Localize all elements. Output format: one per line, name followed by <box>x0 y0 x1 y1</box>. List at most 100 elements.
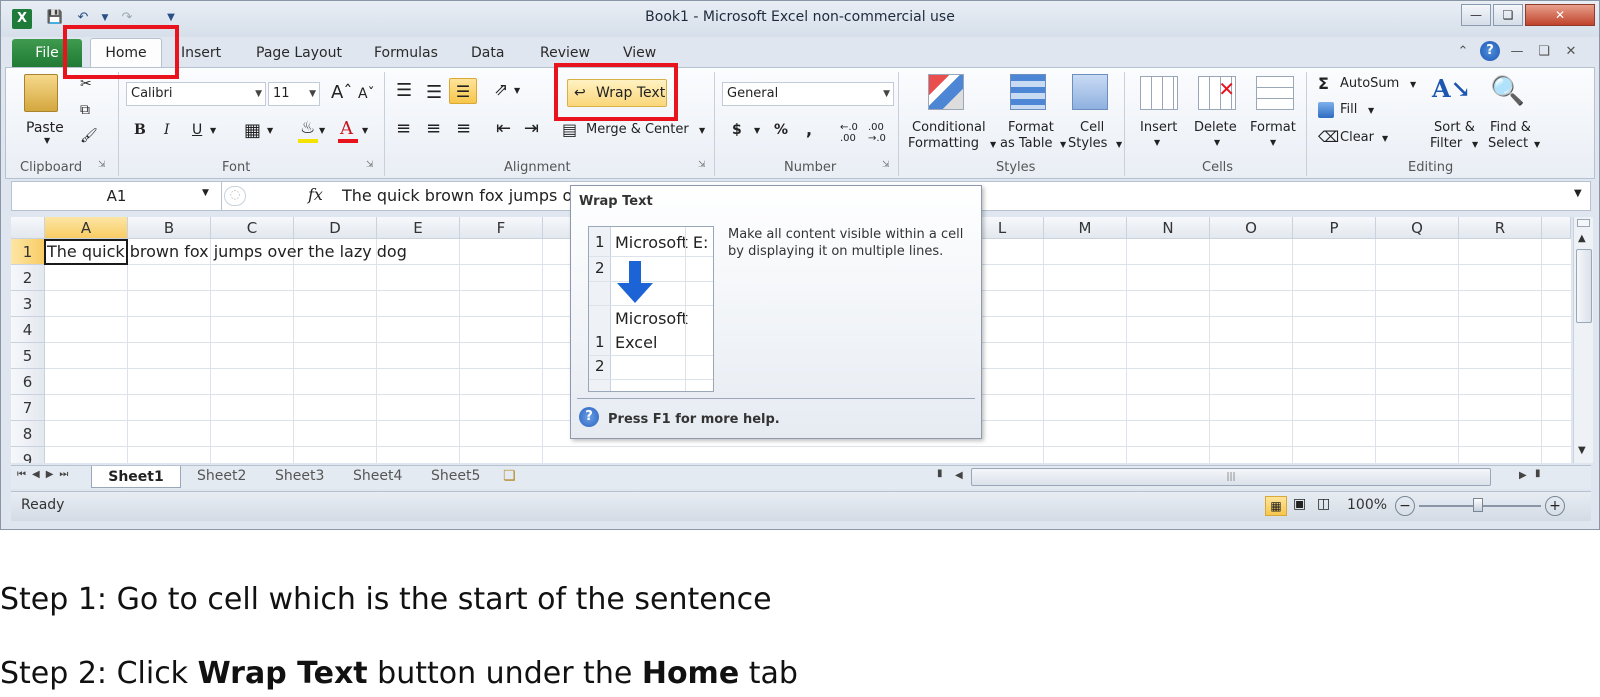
increase-indent-icon[interactable]: ⇥ <box>524 118 539 139</box>
close-button[interactable]: ✕ <box>1525 4 1595 26</box>
tab-page-layout[interactable]: Page Layout <box>256 45 342 61</box>
format-as-table-label-2[interactable]: as Table <box>1000 136 1053 151</box>
row-header[interactable]: 9 <box>11 447 45 463</box>
sheet-tab[interactable]: Sheet5 <box>431 468 480 484</box>
insert-cells-button[interactable]: Insert <box>1140 120 1177 135</box>
decrease-indent-icon[interactable]: ⇤ <box>496 118 511 139</box>
row-header[interactable]: 2 <box>11 265 45 291</box>
horizontal-scroll-thumb[interactable]: ||| <box>971 468 1491 486</box>
sort-dropdown-icon[interactable]: ▼ <box>1472 140 1478 149</box>
align-bottom-icon[interactable]: ☰ <box>449 78 477 104</box>
insert-dropdown-icon[interactable]: ▼ <box>1154 138 1160 147</box>
column-header[interactable]: B <box>128 217 211 239</box>
insert-sheet-icon[interactable]: ❏ <box>503 468 516 484</box>
increase-decimal-icon[interactable]: ←.0.00 <box>840 122 858 144</box>
column-header[interactable]: N <box>1127 217 1210 239</box>
scroll-right-icon[interactable]: ▶ <box>1519 470 1527 481</box>
column-header[interactable]: F <box>460 217 543 239</box>
clear-button[interactable]: Clear <box>1340 130 1374 145</box>
name-box-dropdown-icon[interactable]: ▼ <box>202 188 209 198</box>
autosum-dropdown-icon[interactable]: ▼ <box>1410 80 1416 89</box>
column-header[interactable]: D <box>294 217 377 239</box>
minimize-ribbon-icon[interactable]: ⌃ <box>1453 43 1473 61</box>
grow-font-icon[interactable]: Aˆ <box>331 82 352 103</box>
cell-styles-dropdown-icon[interactable]: ▼ <box>1116 140 1122 149</box>
borders-icon[interactable]: ▦ <box>244 120 261 141</box>
name-box[interactable]: A1 <box>12 182 222 210</box>
doc-close-icon[interactable]: ✕ <box>1561 43 1581 61</box>
font-size-combo[interactable]: 11 ▼ <box>268 82 320 106</box>
sort-filter-label-2[interactable]: Filter <box>1430 136 1462 151</box>
borders-dropdown-icon[interactable]: ▼ <box>267 126 273 135</box>
scroll-left-icon[interactable]: ◀ <box>955 470 963 481</box>
zoom-out-icon[interactable]: − <box>1395 496 1415 516</box>
sheet-tab[interactable]: Sheet2 <box>197 468 246 484</box>
fill-icon[interactable] <box>1318 102 1334 118</box>
copy-icon[interactable]: ⧉ <box>80 102 90 118</box>
row-header[interactable]: 1 <box>11 239 45 265</box>
split-box[interactable] <box>1577 219 1590 227</box>
italic-button[interactable]: I <box>164 122 170 138</box>
currency-dropdown-icon[interactable]: ▼ <box>754 126 760 135</box>
paste-icon[interactable] <box>24 74 58 112</box>
align-center-icon[interactable]: ≡ <box>426 118 441 139</box>
format-cells-button[interactable]: Format <box>1250 120 1296 135</box>
format-painter-icon[interactable]: 🖌 <box>80 128 98 144</box>
fill-dropdown-icon[interactable]: ▼ <box>319 126 325 135</box>
sigma-icon[interactable]: Σ <box>1318 74 1329 93</box>
column-header[interactable] <box>1542 217 1571 239</box>
conditional-formatting-icon[interactable] <box>928 74 964 110</box>
tab-data[interactable]: Data <box>471 45 504 61</box>
delete-cells-button[interactable]: Delete <box>1194 120 1237 135</box>
paste-dropdown-icon[interactable]: ▼ <box>44 136 50 145</box>
vertical-scroll-thumb[interactable] <box>1576 249 1592 323</box>
comma-button[interactable]: , <box>806 120 812 139</box>
zoom-slider-thumb[interactable] <box>1473 498 1483 512</box>
conditional-formatting-label[interactable]: Conditional <box>912 120 986 135</box>
sort-filter-icon[interactable]: A↘ <box>1432 74 1472 112</box>
format-table-dropdown-icon[interactable]: ▼ <box>1060 140 1066 149</box>
clipboard-launcher-icon[interactable]: ⇲ <box>98 160 106 170</box>
delete-cells-icon[interactable]: ✕ <box>1198 76 1236 110</box>
clear-dropdown-icon[interactable]: ▼ <box>1382 134 1388 143</box>
alignment-launcher-icon[interactable]: ⇲ <box>698 160 706 170</box>
find-select-icon[interactable]: 🔍 <box>1490 74 1530 112</box>
column-header[interactable]: C <box>211 217 294 239</box>
column-header[interactable]: A <box>45 217 128 239</box>
column-header[interactable]: E <box>377 217 460 239</box>
find-dropdown-icon[interactable]: ▼ <box>1534 140 1540 149</box>
formula-input[interactable]: The quick brown fox jumps o <box>342 186 572 205</box>
find-select-label-2[interactable]: Select <box>1488 136 1528 151</box>
currency-button[interactable]: $ <box>732 122 742 138</box>
font-name-combo[interactable]: Calibri ▼ <box>126 82 266 106</box>
page-break-view-icon[interactable]: ◫ <box>1317 496 1330 512</box>
percent-button[interactable]: % <box>774 122 788 138</box>
column-header[interactable]: O <box>1210 217 1293 239</box>
doc-minimize-icon[interactable]: — <box>1507 43 1527 61</box>
font-color-dropdown-icon[interactable]: ▼ <box>362 126 368 135</box>
delete-dropdown-icon[interactable]: ▼ <box>1214 138 1220 147</box>
tab-insert[interactable]: Insert <box>181 45 221 61</box>
sheet-tab[interactable]: Sheet3 <box>275 468 324 484</box>
scroll-down-icon[interactable]: ▼ <box>1578 445 1586 456</box>
font-color-button[interactable]: A <box>340 118 353 139</box>
autosum-button[interactable]: AutoSum <box>1340 76 1399 91</box>
align-left-icon[interactable]: ≡ <box>396 118 411 139</box>
insert-cells-icon[interactable] <box>1140 76 1178 110</box>
merge-center-icon[interactable]: ▤ <box>562 120 577 139</box>
align-right-icon[interactable]: ≡ <box>456 118 471 139</box>
column-header[interactable]: R <box>1459 217 1542 239</box>
formula-bar-expand-icon[interactable]: ◌ <box>224 186 246 206</box>
row-header[interactable]: 3 <box>11 291 45 317</box>
sheet-nav-icons[interactable]: ⏮◀▶⏭ <box>17 469 74 480</box>
align-top-icon[interactable]: ☰ <box>396 80 412 101</box>
tab-review[interactable]: Review <box>540 45 590 61</box>
row-header[interactable]: 7 <box>11 395 45 421</box>
tab-formulas[interactable]: Formulas <box>374 45 438 61</box>
minimize-button[interactable]: — <box>1461 4 1491 26</box>
vertical-scrollbar[interactable]: ▲ ▼ <box>1573 217 1593 463</box>
number-launcher-icon[interactable]: ⇲ <box>882 160 890 170</box>
align-middle-icon[interactable]: ☰ <box>426 82 442 103</box>
sort-filter-label[interactable]: Sort & <box>1434 120 1475 135</box>
zoom-level[interactable]: 100% <box>1347 497 1387 513</box>
